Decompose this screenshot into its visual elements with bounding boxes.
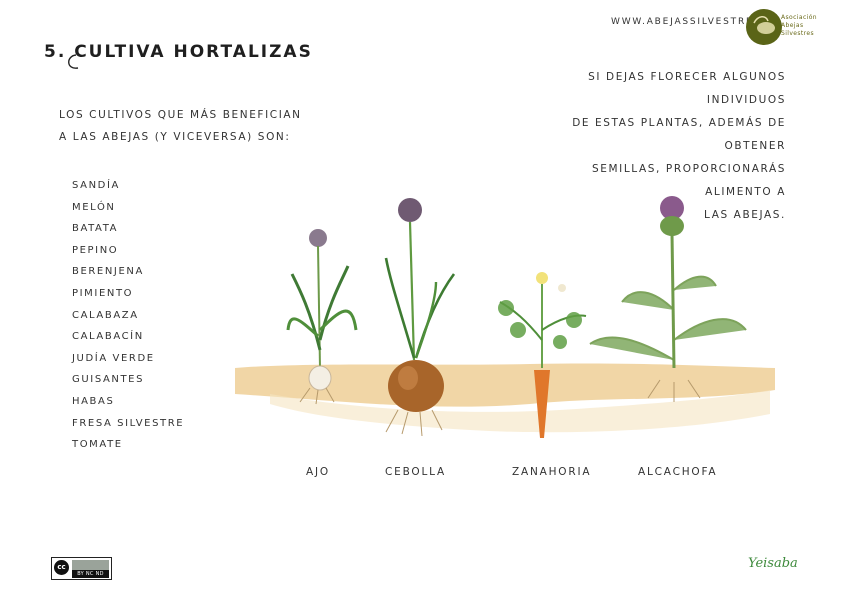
crop-item: Guisantes (72, 374, 145, 386)
crop-item: Fresa silvestre (72, 417, 185, 429)
license-terms: BY NC ND (72, 570, 109, 578)
logo-line: Asociación (781, 14, 817, 21)
crop-item: Pepino (72, 244, 119, 256)
crop-item: Judía verde (72, 352, 155, 364)
intro-line: Los cultivos que más benefician (59, 109, 302, 121)
crop-item: Pimiento (72, 287, 134, 299)
cc-icon: cc (54, 560, 69, 575)
logo-line: Abejas (781, 22, 804, 29)
crop-item: Habas (72, 395, 115, 407)
vegetable-illustration (235, 196, 775, 438)
note-line: de estas plantas, además de obtener (572, 117, 786, 152)
logo-text: Asociación Abejas Silvestres (781, 14, 817, 38)
license-icons (72, 560, 109, 570)
label-zanahoria: Zanahoria (512, 466, 592, 478)
crop-item: Calabacín (72, 331, 144, 343)
association-logo (746, 9, 782, 45)
crop-item: Batata (72, 223, 119, 235)
creative-commons-badge[interactable]: cc BY NC ND (51, 557, 112, 580)
crop-item: Melón (72, 201, 116, 213)
artist-signature: Yeisaba (748, 556, 798, 571)
intro-text: Los cultivos que más benefician a las ab… (59, 104, 302, 148)
bee-icon (753, 16, 775, 34)
crop-item: Calabaza (72, 309, 139, 321)
crop-item: Tomate (72, 439, 123, 451)
crop-item: Berenjena (72, 266, 144, 278)
crop-list: Sandía Melón Batata Pepino Berenjena Pim… (72, 175, 184, 456)
label-cebolla: Cebolla (385, 466, 446, 478)
label-ajo: Ajo (306, 466, 330, 478)
crop-item: Sandía (72, 180, 120, 191)
note-line: Si dejas florecer algunos individuos (588, 71, 786, 106)
logo-line: Silvestres (781, 30, 815, 37)
intro-line: a las abejas (y viceversa) son: (59, 131, 291, 143)
label-alcachofa: Alcachofa (638, 466, 718, 478)
title-swoosh-decoration (68, 54, 79, 69)
